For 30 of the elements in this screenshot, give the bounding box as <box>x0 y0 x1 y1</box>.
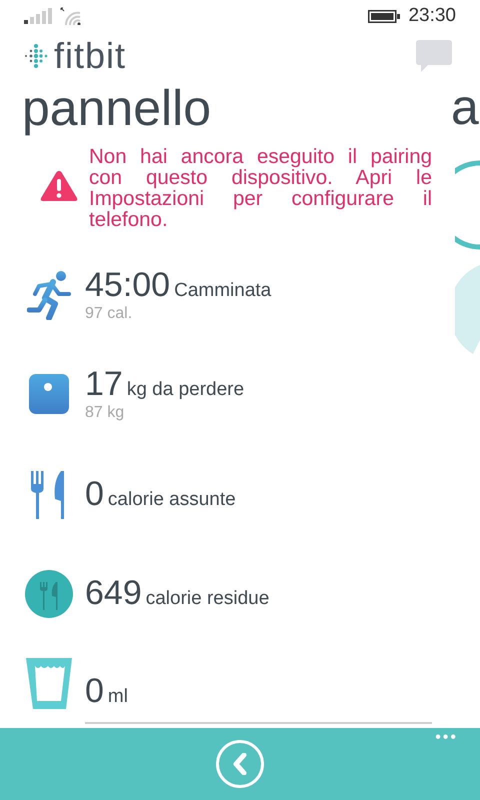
runner-icon <box>27 270 71 320</box>
metric-label: calorie assunte <box>108 488 236 512</box>
back-button[interactable] <box>216 740 264 788</box>
metric-value: 17 <box>85 364 123 403</box>
chat-bubble-icon[interactable] <box>416 40 452 72</box>
pivot-title[interactable]: pannello <box>22 83 212 133</box>
metric-label: kg da perdere <box>126 378 244 402</box>
wifi-icon <box>60 7 82 25</box>
signal-icon <box>24 8 52 24</box>
fitbit-dots-icon <box>24 44 48 68</box>
metric-label: calorie residue <box>146 586 270 611</box>
metric-value: 649 <box>85 574 142 612</box>
fork-knife-circle-icon <box>25 570 73 618</box>
battery-icon <box>368 10 400 22</box>
pivot-next-title[interactable]: a <box>451 82 479 132</box>
warning-icon <box>40 170 78 202</box>
metric-value: 45:00 <box>85 266 170 304</box>
status-time: 23:30 <box>408 4 456 28</box>
metric-value: 0 <box>85 474 104 513</box>
pairing-warning: Non hai ancora eseguito il pairing con questo dispositivo. Apri le Impostazioni per configurare il telefono. <box>89 146 432 230</box>
scale-icon <box>29 374 69 414</box>
metric-subtext: 87 kg <box>85 404 126 422</box>
chevron-left-icon <box>233 753 247 775</box>
fork-knife-icon <box>31 470 67 518</box>
fitbit-logo: fitbit <box>54 38 126 74</box>
water-glass-icon <box>26 658 72 708</box>
metric-label: Camminata <box>174 278 272 303</box>
metric-label: ml <box>108 685 128 710</box>
metric-subtext: 97 cal. <box>85 305 134 324</box>
metric-value: 0 <box>85 672 104 710</box>
